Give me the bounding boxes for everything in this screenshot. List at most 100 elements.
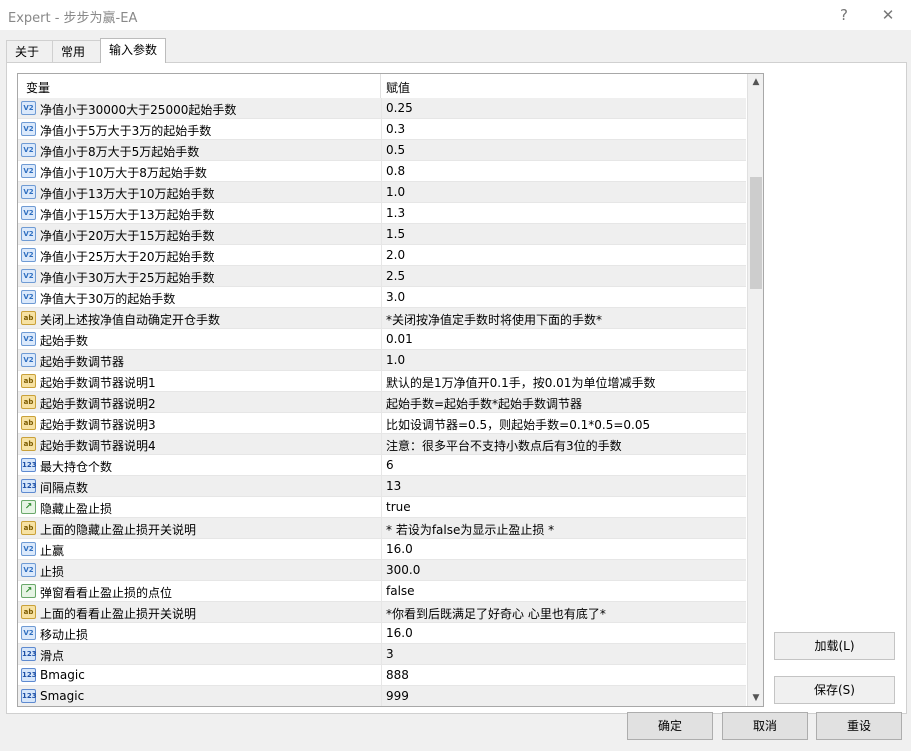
parameter-value[interactable]: 3 (386, 647, 394, 661)
tab-common[interactable]: 常用 (52, 40, 101, 62)
parameter-row[interactable]: V2 净值大于30万的起始手数 3.0 (18, 287, 746, 308)
parameter-row[interactable]: V2 净值小于5万大于3万的起始手数 0.3 (18, 119, 746, 140)
help-icon[interactable]: ? (833, 4, 855, 26)
column-header-variable[interactable]: 变量 (26, 79, 50, 96)
scroll-up-icon[interactable]: ▲ (748, 74, 763, 90)
cell-divider (381, 623, 382, 644)
parameter-value[interactable]: *关闭按净值定手数时将使用下面的手数* (386, 311, 602, 328)
parameter-row[interactable]: ab 起始手数调节器说明2 起始手数=起始手数*起始手数调节器 (18, 392, 746, 413)
ok-button[interactable]: 确定 (627, 712, 713, 740)
parameter-value[interactable]: 16.0 (386, 626, 413, 640)
parameter-name: 止赢 (40, 544, 65, 558)
parameter-row[interactable]: V2 净值小于20万大于15万起始手数 1.5 (18, 224, 746, 245)
parameter-value[interactable]: * 若设为false为显示止盈止损 * (386, 521, 554, 538)
parameter-value[interactable]: 888 (386, 668, 409, 682)
parameter-row[interactable]: ↗ 隐藏止盈止损 true (18, 497, 746, 518)
parameter-row[interactable]: V2 止赢 16.0 (18, 539, 746, 560)
parameter-row[interactable]: V2 净值小于30000大于25000起始手数 0.25 (18, 98, 746, 119)
parameter-value[interactable]: false (386, 584, 415, 598)
close-icon[interactable]: ✕ (877, 4, 899, 26)
parameter-row[interactable]: V2 净值小于10万大于8万起始手数 0.8 (18, 161, 746, 182)
cell-divider (381, 539, 382, 560)
parameter-value[interactable]: 0.01 (386, 332, 413, 346)
parameter-name: Smagic (40, 689, 85, 703)
parameter-row[interactable]: V2 净值小于15万大于13万起始手数 1.3 (18, 203, 746, 224)
double-value-icon: V2 (21, 248, 36, 262)
parameter-value[interactable]: *你看到后既满足了好奇心 心里也有底了* (386, 605, 606, 622)
parameter-row[interactable]: ab 起始手数调节器说明3 比如设调节器=0.5，则起始手数=0.1*0.5=0.0… (18, 413, 746, 434)
parameter-row[interactable]: ab 起始手数调节器说明4 注意：很多平台不支持小数点后有3位的手数 (18, 434, 746, 455)
parameter-name: 起始手数 (40, 334, 89, 348)
string-value-icon: ab (21, 374, 36, 388)
scrollbar-thumb[interactable] (750, 177, 762, 289)
vertical-scrollbar[interactable]: ▲ ▼ (747, 74, 763, 706)
parameter-row[interactable]: V2 净值小于30万大于25万起始手数 2.5 (18, 266, 746, 287)
cell-divider (381, 392, 382, 413)
scroll-down-icon[interactable]: ▼ (748, 690, 763, 706)
parameter-value[interactable]: true (386, 500, 411, 514)
parameter-row[interactable]: ab 关闭上述按净值自动确定开仓手数 *关闭按净值定手数时将使用下面的手数* (18, 308, 746, 329)
parameter-value[interactable]: 6 (386, 458, 394, 472)
parameter-value[interactable]: 2.5 (386, 269, 405, 283)
parameter-row[interactable]: 123 滑点 3 (18, 644, 746, 665)
tab-bar: 关于 常用 输入参数 (0, 38, 911, 63)
cancel-button[interactable]: 取消 (722, 712, 808, 740)
column-divider[interactable] (380, 74, 381, 98)
parameter-value[interactable]: 1.5 (386, 227, 405, 241)
parameter-value[interactable]: 0.3 (386, 122, 405, 136)
parameter-name: 关闭上述按净值自动确定开仓手数 (40, 313, 221, 327)
parameter-value[interactable]: 1.3 (386, 206, 405, 220)
double-value-icon: V2 (21, 164, 36, 178)
parameter-name: 净值大于30万的起始手数 (40, 292, 176, 306)
parameter-value[interactable]: 16.0 (386, 542, 413, 556)
parameter-value[interactable]: 1.0 (386, 353, 405, 367)
parameter-value[interactable]: 默认的是1万净值开0.1手，按0.01为单位增减手数 (386, 374, 655, 391)
parameter-row[interactable]: ab 上面的隐藏止盈止损开关说明 * 若设为false为显示止盈止损 * (18, 518, 746, 539)
parameter-value[interactable]: 1.0 (386, 185, 405, 199)
parameter-name: 净值小于8万大于5万起始手数 (40, 145, 200, 159)
parameter-row[interactable]: 123 Bmagic 888 (18, 665, 746, 686)
double-value-icon: V2 (21, 122, 36, 136)
parameter-value[interactable]: 3.0 (386, 290, 405, 304)
save-button[interactable]: 保存(S) (774, 676, 895, 704)
cell-divider (381, 350, 382, 371)
parameter-name: 隐藏止盈止损 (40, 502, 113, 516)
parameter-row[interactable]: ab 上面的看看止盈止损开关说明 *你看到后既满足了好奇心 心里也有底了* (18, 602, 746, 623)
tab-about[interactable]: 关于 (6, 40, 53, 62)
parameter-value[interactable]: 2.0 (386, 248, 405, 262)
parameter-name: 起始手数调节器 (40, 355, 125, 369)
parameter-value[interactable]: 0.25 (386, 101, 413, 115)
integer-value-icon: 123 (21, 668, 37, 682)
parameter-value[interactable]: 比如设调节器=0.5，则起始手数=0.1*0.5=0.05 (386, 416, 650, 433)
parameter-value[interactable]: 注意：很多平台不支持小数点后有3位的手数 (386, 437, 622, 454)
load-button[interactable]: 加载(L) (774, 632, 895, 660)
parameter-row[interactable]: V2 止损 300.0 (18, 560, 746, 581)
cell-divider (381, 455, 382, 476)
tab-inputs[interactable]: 输入参数 (100, 38, 166, 63)
parameter-row[interactable]: ↗ 弹窗看看止盈止损的点位 false (18, 581, 746, 602)
parameter-row[interactable]: V2 净值小于8万大于5万起始手数 0.5 (18, 140, 746, 161)
cell-divider (381, 602, 382, 623)
parameter-row[interactable]: V2 净值小于13万大于10万起始手数 1.0 (18, 182, 746, 203)
parameter-row[interactable]: 123 Smagic 999 (18, 686, 746, 706)
parameter-row[interactable]: V2 净值小于25万大于20万起始手数 2.0 (18, 245, 746, 266)
parameter-name: 间隔点数 (40, 481, 89, 495)
parameter-value[interactable]: 0.5 (386, 143, 405, 157)
parameter-value[interactable]: 起始手数=起始手数*起始手数调节器 (386, 395, 582, 412)
parameter-value[interactable]: 300.0 (386, 563, 420, 577)
parameter-row[interactable]: V2 起始手数 0.01 (18, 329, 746, 350)
parameter-value[interactable]: 999 (386, 689, 409, 703)
cell-divider (381, 560, 382, 581)
integer-value-icon: 123 (21, 458, 37, 472)
parameter-row[interactable]: 123 间隔点数 13 (18, 476, 746, 497)
parameter-row[interactable]: V2 起始手数调节器 1.0 (18, 350, 746, 371)
parameter-row[interactable]: V2 移动止损 16.0 (18, 623, 746, 644)
parameter-value[interactable]: 13 (386, 479, 401, 493)
reset-button[interactable]: 重设 (816, 712, 902, 740)
parameter-value[interactable]: 0.8 (386, 164, 405, 178)
parameter-row[interactable]: 123 最大持仓个数 6 (18, 455, 746, 476)
cell-divider (381, 686, 382, 706)
parameter-row[interactable]: ab 起始手数调节器说明1 默认的是1万净值开0.1手，按0.01为单位增减手数 (18, 371, 746, 392)
column-header-value[interactable]: 赋值 (386, 79, 410, 96)
parameters-grid: 变量 赋值 V2 净值小于30000大于25000起始手数 0.25 V2 净值小于5万… (17, 73, 764, 707)
